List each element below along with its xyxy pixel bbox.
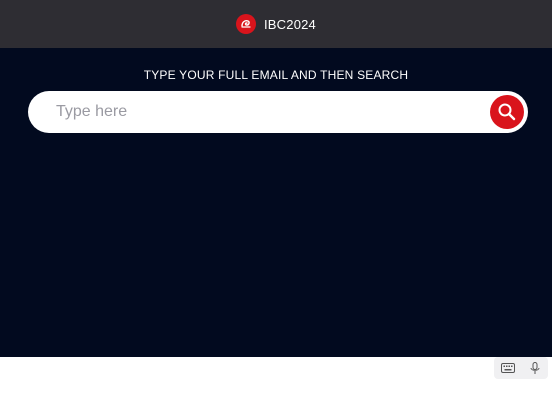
microphone-icon[interactable] xyxy=(525,358,545,378)
search-icon xyxy=(497,102,517,122)
search-button[interactable] xyxy=(490,95,524,129)
brand: IBC2024 xyxy=(236,14,316,34)
app-screen: IBC2024 TYPE YOUR FULL EMAIL AND THEN SE… xyxy=(0,0,552,414)
ibc-logo-icon xyxy=(236,14,256,34)
input-tools xyxy=(494,357,548,379)
top-bar: IBC2024 xyxy=(0,0,552,48)
search-input[interactable] xyxy=(28,91,484,133)
main-content: TYPE YOUR FULL EMAIL AND THEN SEARCH xyxy=(0,48,552,357)
bottom-area xyxy=(0,357,552,414)
brand-title: IBC2024 xyxy=(264,16,316,32)
search-bar xyxy=(28,91,528,133)
search-instruction: TYPE YOUR FULL EMAIL AND THEN SEARCH xyxy=(143,68,409,82)
keyboard-icon[interactable] xyxy=(498,358,518,378)
